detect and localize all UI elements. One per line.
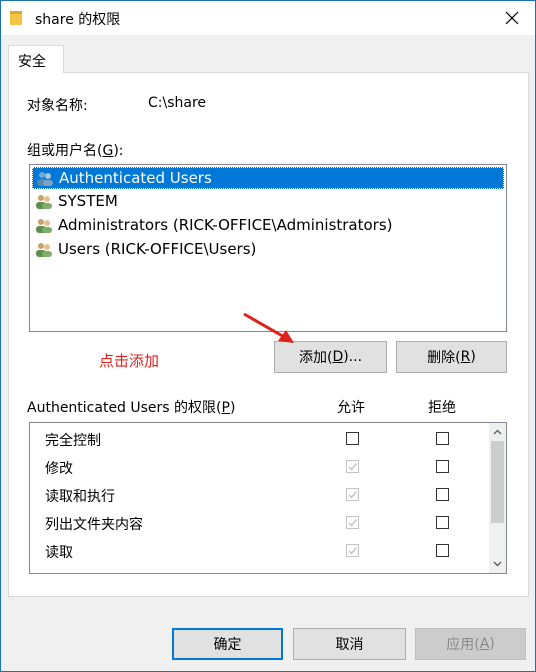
list-item-system[interactable]: SYSTEM	[32, 191, 504, 213]
list-item-authenticated-users[interactable]: Authenticated Users	[32, 167, 504, 189]
permission-name: 读取和执行	[45, 489, 115, 505]
allow-checkbox[interactable]	[346, 516, 359, 529]
allow-header: 允许	[337, 400, 365, 416]
red-arrow-annotation	[243, 312, 294, 343]
scroll-down-icon[interactable]	[492, 558, 503, 569]
window-title: share 的权限	[35, 12, 121, 28]
list-item-users[interactable]: Users (RICK-OFFICE\Users)	[32, 239, 504, 261]
remove-button[interactable]: 删除(R)	[396, 341, 507, 373]
permissions-dialog: share 的权限 安全 对象名称: C:\share 组或用户名(G): Au…	[0, 0, 536, 672]
allow-checkbox[interactable]	[346, 488, 359, 501]
permission-row: 修改	[30, 453, 490, 481]
user-name: Authenticated Users	[59, 169, 212, 187]
user-name: Users (RICK-OFFICE\Users)	[58, 240, 257, 258]
user-name: SYSTEM	[58, 192, 118, 210]
scroll-up-icon[interactable]	[492, 427, 503, 438]
folder-icon	[10, 11, 22, 25]
permissions-label: Authenticated Users 的权限(P)	[27, 400, 236, 416]
permission-name: 完全控制	[45, 433, 101, 449]
group-user-label: 组或用户名(G):	[27, 143, 124, 159]
deny-checkbox[interactable]	[436, 488, 449, 501]
scrollbar-thumb[interactable]	[491, 441, 504, 523]
tab-security[interactable]: 安全	[8, 45, 64, 73]
user-name: Administrators (RICK-OFFICE\Administrato…	[58, 216, 393, 234]
permission-row: 读取和执行	[30, 481, 490, 509]
permissions-list[interactable]: 完全控制修改读取和执行列出文件夹内容 读取	[29, 422, 507, 574]
object-name-label: 对象名称:	[27, 98, 88, 114]
user-list[interactable]: Authenticated Users SYSTEM Administrator…	[29, 164, 507, 332]
permission-name: 读取	[45, 545, 73, 561]
permissions-scrollbar[interactable]	[489, 423, 506, 573]
allow-checkbox[interactable]	[346, 544, 359, 557]
users-group-icon	[36, 243, 52, 257]
title-bar: share 的权限	[1, 1, 535, 35]
permission-name: 修改	[45, 461, 73, 477]
users-group-icon	[37, 172, 53, 186]
allow-checkbox[interactable]	[346, 432, 359, 445]
users-group-icon	[36, 219, 52, 233]
cancel-button[interactable]: 取消	[293, 628, 406, 660]
object-name-value: C:\share	[148, 95, 207, 111]
deny-checkbox[interactable]	[436, 432, 449, 445]
allow-checkbox[interactable]	[346, 460, 359, 473]
close-icon	[505, 11, 519, 25]
deny-checkbox[interactable]	[436, 460, 449, 473]
deny-checkbox[interactable]	[436, 544, 449, 557]
permission-row: 完全控制	[30, 425, 490, 453]
ok-button[interactable]: 确定	[172, 628, 283, 660]
close-button[interactable]	[489, 1, 535, 35]
apply-button[interactable]: 应用(A)	[415, 628, 526, 660]
tab-security-label: 安全	[18, 54, 46, 70]
permission-name: 列出文件夹内容	[45, 517, 143, 533]
list-item-administrators[interactable]: Administrators (RICK-OFFICE\Administrato…	[32, 215, 504, 237]
deny-header: 拒绝	[428, 400, 456, 416]
permission-row: 读取	[30, 537, 490, 565]
hint-text: 点击添加	[99, 352, 160, 370]
deny-checkbox[interactable]	[436, 516, 449, 529]
users-group-icon	[36, 195, 52, 209]
permission-row: 列出文件夹内容	[30, 509, 490, 537]
security-panel: 对象名称: C:\share 组或用户名(G): Authenticated U…	[8, 72, 529, 597]
